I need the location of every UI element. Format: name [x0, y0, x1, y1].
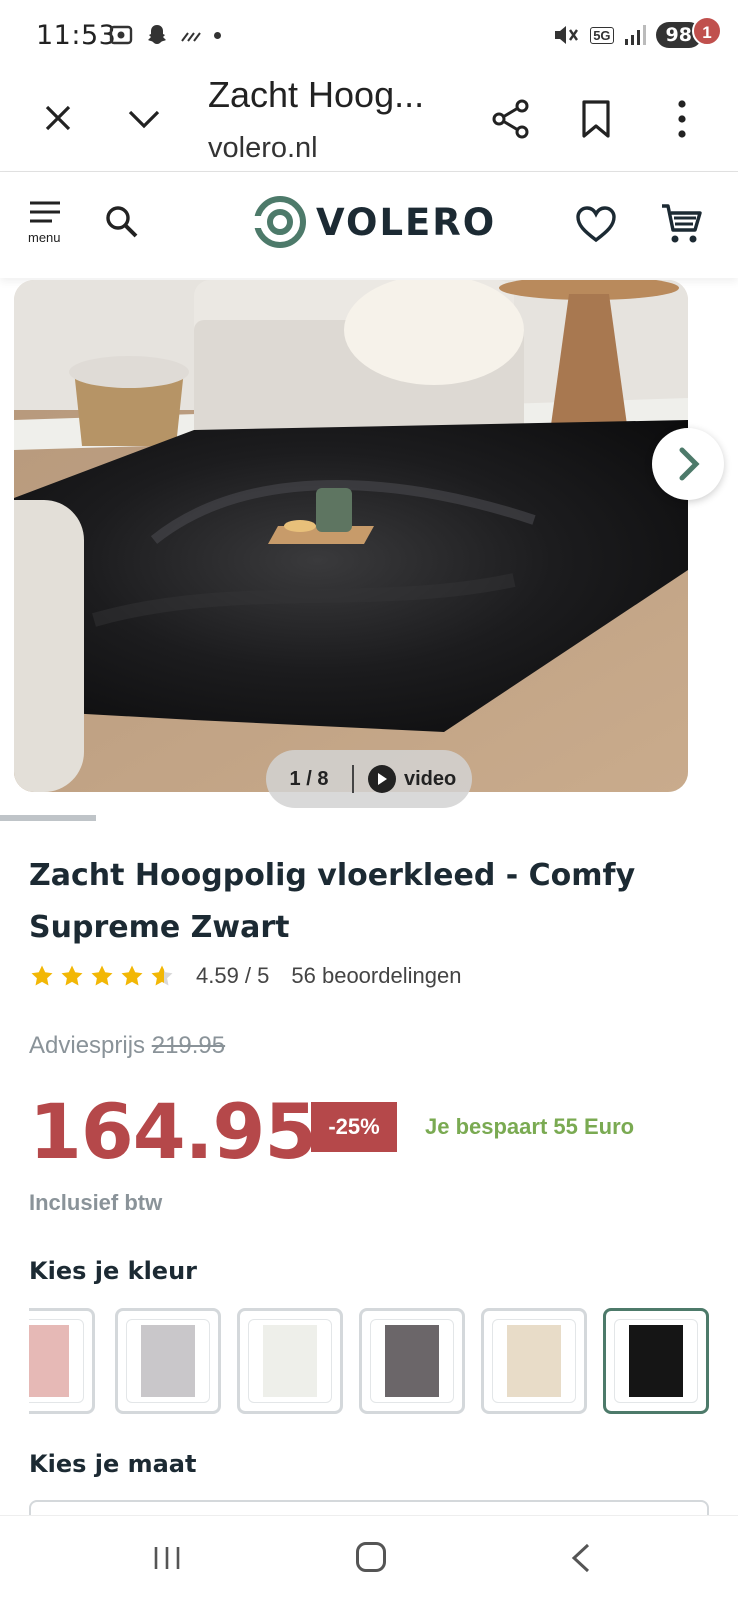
browser-toolbar: Zacht Hoog... volero.nl: [0, 70, 738, 172]
color-heading: Kies je kleur: [29, 1257, 197, 1285]
browser-domain: volero.nl: [208, 132, 318, 164]
notification-icons: [108, 22, 221, 48]
color-swatch-grijs[interactable]: [115, 1308, 221, 1414]
cell-signal-icon: [624, 25, 646, 45]
product-photo: [14, 280, 688, 792]
gallery-scroll-indicator: [0, 815, 96, 821]
network-type: 5G: [590, 26, 614, 44]
savings-text: Je bespaart 55 Euro: [425, 1114, 635, 1139]
gallery-counter: 1 / 8 video: [266, 750, 472, 808]
vat-note: Inclusief btw: [29, 1190, 163, 1215]
signal-strength-icon: [181, 32, 201, 42]
review-count-link[interactable]: 56 beoordelingen: [291, 963, 461, 989]
android-nav-bar: [0, 1515, 738, 1600]
image-counter: 1 / 8: [289, 767, 329, 790]
back-icon[interactable]: [566, 1542, 594, 1574]
bookmark-icon[interactable]: [576, 98, 616, 140]
hamburger-icon: [30, 201, 60, 223]
swatch-frame: [29, 1319, 84, 1403]
more-notifications-dot: [214, 31, 221, 39]
color-swatch-zwart[interactable]: [603, 1308, 709, 1414]
rating-stars: [30, 964, 174, 988]
star-icon: [91, 965, 113, 986]
gallery-next-button[interactable]: [652, 428, 724, 500]
rating-value: 4.59 / 5: [196, 963, 270, 988]
play-icon: [368, 765, 396, 793]
close-icon[interactable]: [38, 98, 78, 138]
color-swatch-antraciet[interactable]: [359, 1308, 465, 1414]
advice-price-row: Adviesprijs 219.95: [29, 1032, 225, 1060]
share-icon[interactable]: [490, 98, 532, 140]
menu-label: menu: [28, 230, 61, 245]
star-icon: [121, 965, 143, 986]
advice-label: Adviesprijs: [29, 1032, 146, 1059]
video-button[interactable]: video: [354, 765, 456, 793]
color-swatch-wit[interactable]: [237, 1308, 343, 1414]
swatch-rug-image: [629, 1325, 683, 1397]
swatch-frame: [248, 1319, 332, 1403]
system-icons: 5G 98: [552, 22, 702, 48]
shopping-cart-icon[interactable]: [660, 202, 704, 246]
wishlist-heart-icon[interactable]: [574, 204, 618, 244]
swatch-rug-image: [385, 1325, 439, 1397]
mute-icon: [555, 26, 579, 44]
snapchat-icon: [148, 25, 166, 44]
swatch-frame: [492, 1319, 576, 1403]
swatch-rug-image: [263, 1325, 317, 1397]
volero-logo[interactable]: VOLERO: [254, 196, 496, 248]
menu-button[interactable]: menu: [28, 200, 68, 250]
size-heading: Kies je maat: [29, 1450, 197, 1478]
color-swatch-list: [29, 1308, 709, 1416]
star-icon: [151, 965, 173, 986]
status-bar: 11:53 5G 98: [0, 0, 738, 70]
swatch-rug-image: [141, 1325, 195, 1397]
chevron-down-icon[interactable]: [124, 98, 164, 138]
product-image[interactable]: [14, 280, 688, 792]
browser-page-title: Zacht Hoog...: [208, 74, 425, 115]
swatch-frame: [614, 1319, 698, 1403]
chevron-right-icon: [679, 447, 700, 481]
more-options-icon[interactable]: [664, 98, 700, 140]
screenshot-icon: [109, 25, 133, 45]
star-icon: [31, 965, 53, 986]
swatch-rug-image: [507, 1325, 561, 1397]
video-label: video: [404, 767, 457, 790]
search-icon[interactable]: [104, 204, 140, 240]
status-time: 11:53: [36, 20, 117, 51]
star-icon: [61, 965, 83, 986]
product-title: Zacht Hoogpolig vloerkleed - Comfy Supre…: [29, 858, 636, 945]
recent-apps-icon[interactable]: [152, 1544, 182, 1572]
logo-text: VOLERO: [316, 200, 497, 244]
site-header: menu VOLERO: [0, 172, 738, 278]
rating-row[interactable]: 4.59 / 5 56 beoordelingen: [30, 958, 461, 994]
logo-mark-icon: [254, 196, 306, 248]
product-price: 164.95: [29, 1087, 317, 1176]
swatch-rug-image: [29, 1325, 69, 1397]
color-swatch-creme[interactable]: [481, 1308, 587, 1414]
swatch-frame: [126, 1319, 210, 1403]
home-icon[interactable]: [356, 1542, 386, 1572]
advice-price: 219.95: [151, 1032, 226, 1059]
color-swatch-roze[interactable]: [29, 1308, 95, 1414]
discount-badge: -25%: [311, 1102, 397, 1152]
cart-count-badge: 1: [692, 16, 722, 46]
swatch-frame: [370, 1319, 454, 1403]
